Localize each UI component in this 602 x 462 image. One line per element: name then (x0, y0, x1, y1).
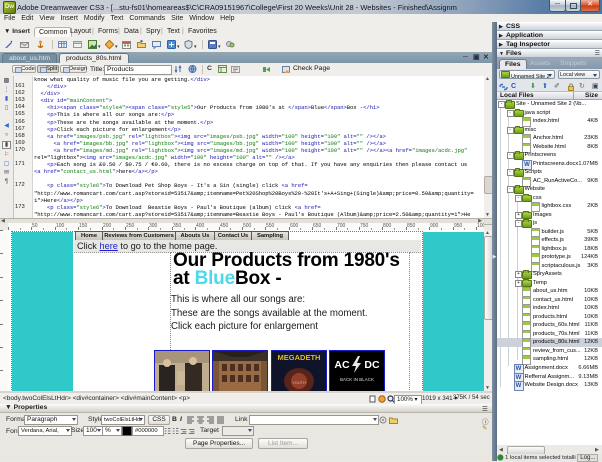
svg-text:DC: DC (365, 359, 381, 371)
svg-text:BACK IN BLACK: BACK IN BLACK (340, 377, 374, 382)
svg-text:YOUTH: YOUTH (292, 380, 306, 385)
svg-text:MEGADETH: MEGADETH (277, 353, 320, 362)
svg-text:AC: AC (335, 359, 351, 371)
